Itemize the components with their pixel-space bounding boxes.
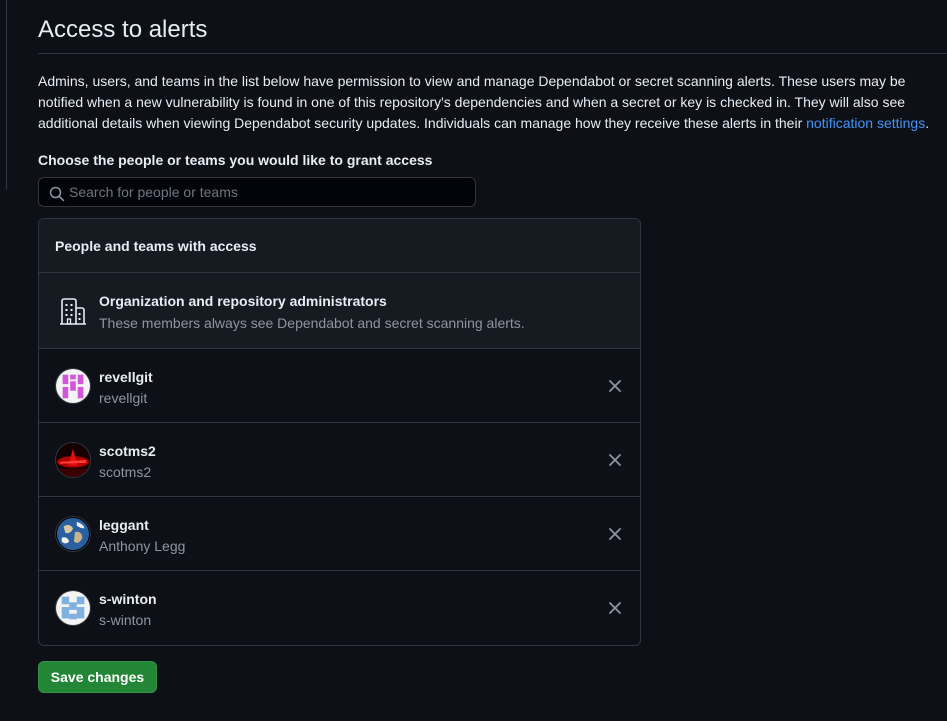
remove-user-button[interactable] — [608, 601, 622, 615]
user-login[interactable]: leggant — [99, 517, 149, 533]
avatar — [55, 516, 91, 552]
user-name: Anthony Legg — [99, 538, 186, 554]
organization-icon — [60, 298, 86, 325]
user-row-s-winton: s-winton s-winton — [39, 571, 640, 645]
search-icon — [49, 186, 65, 202]
access-list: People and teams with access Organizatio… — [38, 218, 641, 646]
save-changes-button[interactable]: Save changes — [38, 661, 157, 693]
identicon-avatar-icon — [56, 369, 90, 403]
access-list-header: People and teams with access — [39, 219, 640, 273]
left-sidebar-edge — [0, 0, 7, 190]
user-name: s-winton — [99, 612, 152, 628]
user-row-scotms2: scotms2 scotms2 — [39, 423, 640, 497]
title-divider — [38, 53, 947, 54]
admins-row: Organization and repository administrato… — [39, 273, 640, 349]
user-name: scotms2 — [99, 464, 152, 480]
user-login[interactable]: s-winton — [99, 591, 157, 607]
user-name: revellgit — [99, 390, 148, 406]
grant-access-label: Choose the people or teams you would lik… — [38, 152, 433, 168]
avatar — [55, 368, 91, 404]
user-row-leggant: leggant Anthony Legg — [39, 497, 640, 571]
admins-subtitle: These members always see Dependabot and … — [99, 315, 525, 331]
user-login[interactable]: scotms2 — [99, 443, 156, 459]
remove-user-button[interactable] — [608, 379, 622, 393]
description-end: . — [925, 115, 930, 131]
page-title: Access to alerts — [38, 16, 208, 43]
admins-title: Organization and repository administrato… — [99, 293, 387, 309]
avatar — [55, 442, 91, 478]
identicon-avatar-icon — [56, 591, 90, 625]
page-description: Admins, users, and teams in the list bel… — [38, 71, 943, 134]
remove-user-button[interactable] — [608, 527, 622, 541]
description-text: Admins, users, and teams in the list bel… — [38, 73, 906, 131]
notification-settings-link[interactable]: notification settings — [806, 115, 925, 131]
user-login[interactable]: revellgit — [99, 369, 153, 385]
photo-avatar-icon — [56, 443, 90, 477]
search-input[interactable] — [69, 178, 469, 206]
access-to-alerts-page: Access to alerts Admins, users, and team… — [0, 0, 947, 721]
avatar — [55, 590, 91, 626]
remove-user-button[interactable] — [608, 453, 622, 467]
search-box[interactable] — [38, 177, 476, 207]
user-row-revellgit: revellgit revellgit — [39, 349, 640, 423]
earth-avatar-icon — [56, 517, 90, 551]
